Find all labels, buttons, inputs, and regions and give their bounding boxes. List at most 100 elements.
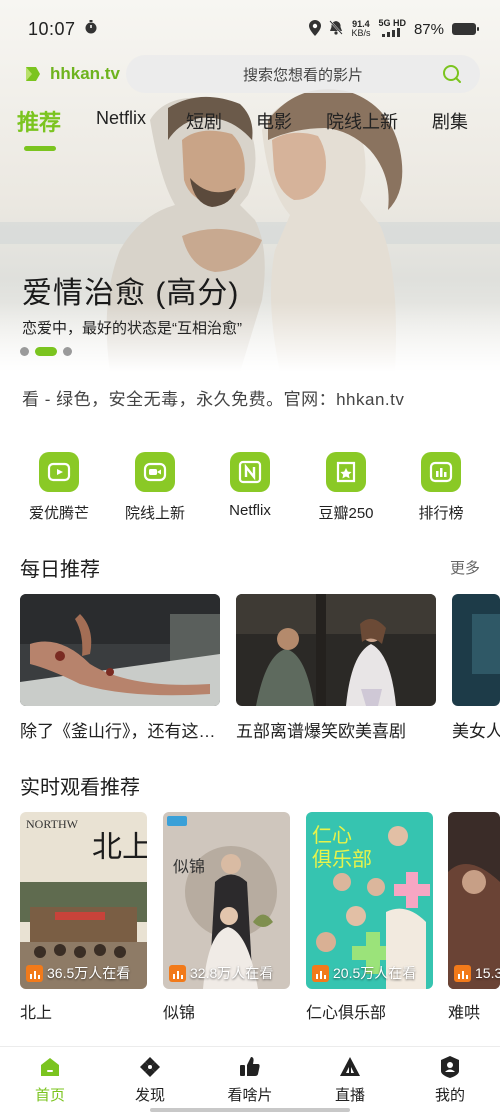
more-link[interactable]: 更多 xyxy=(450,557,480,578)
profile-icon xyxy=(400,1055,500,1079)
daily-card-image xyxy=(452,594,500,706)
status-time: 10:07 xyxy=(28,18,76,39)
battery-percent: 87% xyxy=(413,20,444,38)
signal-indicator: 5G HD xyxy=(378,19,406,39)
quicknav-netflix[interactable]: Netflix xyxy=(200,452,300,519)
bottom-nav: 首页 发现 看啥片 直播 我的 xyxy=(0,1046,500,1115)
search-input[interactable]: 搜索您想看的影片 xyxy=(126,55,480,93)
watching-count: 36.5万人在看 xyxy=(47,965,131,981)
signal-bars-icon xyxy=(382,28,401,37)
live-poster[interactable]: 15.3万人在看 难哄 xyxy=(448,812,500,1023)
svg-text:NORTHW: NORTHW xyxy=(26,817,79,831)
watching-badge: 36.5万人在看 xyxy=(26,963,130,983)
marquee-notice: 看 - 绿色，安全无毒，永久免费。官网：hhkan.tv xyxy=(22,390,405,409)
watching-badge: 15.3万人在看 xyxy=(454,963,500,983)
discover-icon xyxy=(100,1055,200,1079)
category-tabs: 推荐 Netflix 短剧 电影 院线上新 剧集 xyxy=(0,108,500,156)
tab-netflix[interactable]: Netflix xyxy=(96,108,146,129)
netflix-n-icon xyxy=(230,452,270,492)
daily-card-image xyxy=(20,594,220,706)
logo-mark-icon xyxy=(26,67,40,81)
nav-live[interactable]: 直播 xyxy=(300,1055,400,1105)
quick-nav: 爱优腾芒 院线上新 Netflix 豆瓣250 排行榜 xyxy=(0,452,500,532)
heat-icon xyxy=(454,964,471,982)
bar-chart-icon xyxy=(421,452,461,492)
quicknav-theater-new[interactable]: 院线上新 xyxy=(105,452,205,523)
quicknav-label: 爱优腾芒 xyxy=(28,505,89,522)
poster-image: NORTHW 北上 36.5万人在看 xyxy=(20,812,147,989)
tab-theater-new[interactable]: 院线上新 xyxy=(326,108,398,134)
svg-text:北上: 北上 xyxy=(92,830,147,865)
live-section-header: 实时观看推荐 xyxy=(20,771,480,800)
poster-image: 15.3万人在看 xyxy=(448,812,500,989)
poster-title: 仁心俱乐部 xyxy=(306,1005,387,1022)
heat-icon xyxy=(26,964,43,982)
nav-home[interactable]: 首页 xyxy=(0,1055,100,1105)
quicknav-label: Netflix xyxy=(229,502,271,519)
search-row: hhkan.tv 搜索您想看的影片 xyxy=(0,54,500,94)
carousel-dot[interactable] xyxy=(20,347,29,356)
daily-section-title: 每日推荐 xyxy=(20,559,100,581)
poster-title: 难哄 xyxy=(448,1005,481,1022)
heat-icon xyxy=(312,964,329,982)
active-tab-indicator xyxy=(24,146,56,151)
daily-section-header: 每日推荐 更多 xyxy=(20,553,480,582)
svg-text:仁心: 仁心 xyxy=(312,823,352,847)
daily-card-image xyxy=(236,594,436,706)
daily-card[interactable]: 除了《釜山行》，还有这些丧尸片 xyxy=(20,594,220,742)
live-poster[interactable]: 似锦 32.8万人在看 似锦 xyxy=(163,812,290,1023)
carousel-dot-active[interactable] xyxy=(35,347,57,356)
svg-text:俱乐部: 俱乐部 xyxy=(312,847,372,871)
svg-text:似锦: 似锦 xyxy=(173,857,205,876)
net-speed-unit: KB/s xyxy=(351,28,371,38)
carousel-dot[interactable] xyxy=(63,347,72,356)
daily-card-title: 美女人 xyxy=(452,722,500,741)
nav-profile[interactable]: 我的 xyxy=(400,1055,500,1105)
poster-title: 北上 xyxy=(20,1005,53,1022)
poster-image: 似锦 32.8万人在看 xyxy=(163,812,290,989)
logo-text: hhkan.tv xyxy=(50,64,120,83)
tab-recommend[interactable]: 推荐 xyxy=(17,105,61,137)
quicknav-ranking[interactable]: 排行榜 xyxy=(391,452,491,523)
nav-label: 看啥片 xyxy=(227,1087,273,1104)
search-placeholder: 搜索您想看的影片 xyxy=(242,66,363,84)
daily-card[interactable]: 美女人 xyxy=(452,594,500,742)
live-poster[interactable]: NORTHW 北上 36.5万人在看 北上 xyxy=(20,812,147,1023)
quicknav-douban250[interactable]: 豆瓣250 xyxy=(296,452,396,523)
tab-short-drama[interactable]: 短剧 xyxy=(186,108,222,134)
live-icon xyxy=(300,1055,400,1079)
nav-label: 直播 xyxy=(334,1087,365,1104)
home-indicator[interactable] xyxy=(150,1108,350,1112)
mute-bell-icon xyxy=(329,20,344,38)
daily-card-title: 除了《釜山行》，还有这些丧尸片 xyxy=(20,722,220,741)
watching-count: 15.3万人在看 xyxy=(475,965,500,981)
poster-image: 仁心 俱乐部 20.5万人在看 xyxy=(306,812,433,989)
nav-label: 发现 xyxy=(134,1087,165,1104)
quicknav-aiyoutengmang[interactable]: 爱优腾芒 xyxy=(9,452,109,523)
camera-icon xyxy=(135,452,175,492)
poster-title: 似锦 xyxy=(163,1005,196,1022)
app-logo[interactable]: hhkan.tv xyxy=(24,64,124,84)
signal-label: 5G HD xyxy=(378,18,406,28)
live-section-title: 实时观看推荐 xyxy=(20,777,140,799)
live-poster[interactable]: 仁心 俱乐部 20.5万人在看 仁心俱乐部 xyxy=(306,812,433,1023)
watching-badge: 20.5万人在看 xyxy=(312,963,416,983)
hero-subtitle: 恋爱中，最好的状态是“互相治愈” xyxy=(22,320,242,337)
daily-card-title: 五部离谱爆笑欧美喜剧 xyxy=(236,722,406,741)
tab-series[interactable]: 剧集 xyxy=(432,108,468,134)
carousel-dots xyxy=(20,347,72,356)
search-icon[interactable] xyxy=(442,64,462,89)
watching-count: 20.5万人在看 xyxy=(333,965,417,981)
status-bar: 10:07 91.4 KB/s 5G HD 87% xyxy=(0,0,500,58)
tv-play-icon xyxy=(39,452,79,492)
tab-movies[interactable]: 电影 xyxy=(256,108,292,134)
net-speed: 91.4 KB/s xyxy=(351,20,370,38)
battery-icon xyxy=(452,23,479,35)
watching-badge: 32.8万人在看 xyxy=(169,963,273,983)
nav-discover[interactable]: 发现 xyxy=(100,1055,200,1105)
daily-card[interactable]: 五部离谱爆笑欧美喜剧 xyxy=(236,594,436,742)
nav-what-to-watch[interactable]: 看啥片 xyxy=(200,1055,300,1105)
thumbs-up-icon xyxy=(200,1055,300,1079)
nav-label: 我的 xyxy=(434,1087,465,1104)
watching-count: 32.8万人在看 xyxy=(190,965,274,981)
